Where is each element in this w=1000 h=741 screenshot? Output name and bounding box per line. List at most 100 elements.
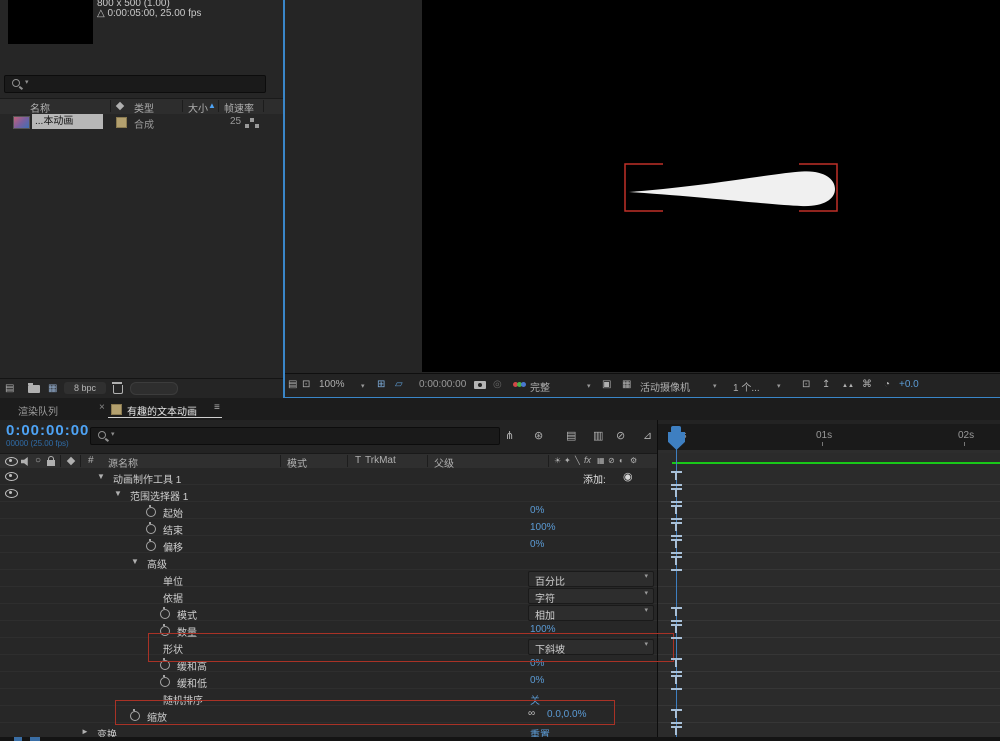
panel-menu-icon[interactable]: ≡: [214, 402, 220, 413]
dropdown-units[interactable]: 百分比▾: [528, 571, 654, 587]
property-row-randomize-order[interactable]: 随机排序关: [0, 689, 657, 706]
property-label-advanced[interactable]: 高级: [147, 556, 167, 571]
stopwatch-icon[interactable]: [146, 524, 156, 534]
label-column-tag-icon[interactable]: [67, 457, 75, 465]
sort-ascending-icon[interactable]: ▲: [208, 101, 216, 110]
exposure-value[interactable]: +0.0: [899, 379, 919, 390]
stopwatch-icon[interactable]: [160, 677, 170, 687]
property-row-ease-low[interactable]: 缓和低 0%: [0, 672, 657, 689]
column-framerate[interactable]: 帧速率: [224, 100, 254, 115]
add-animator-control[interactable]: 添加:◉: [583, 471, 606, 486]
dropdown-based-on[interactable]: 字符▾: [528, 588, 654, 604]
close-tab-icon[interactable]: ×: [99, 402, 105, 413]
adjustment-layer-switch-icon[interactable]: ◐: [619, 456, 624, 465]
property-label-mode[interactable]: 模式: [177, 607, 197, 622]
column-t[interactable]: T: [355, 455, 361, 466]
twirl-icon[interactable]: ▼: [97, 472, 105, 481]
composition-thumbnail[interactable]: [8, 0, 93, 44]
stopwatch-icon[interactable]: [130, 711, 140, 721]
link-dimensions-icon[interactable]: ∞: [528, 708, 535, 719]
stopwatch-icon[interactable]: [160, 660, 170, 670]
motion-blur-icon[interactable]: ⊘: [616, 429, 625, 442]
resolution-caret-icon[interactable]: ▾: [587, 382, 591, 390]
property-value-scale[interactable]: 0.0,0.0%: [547, 709, 586, 720]
column-size[interactable]: 大小: [188, 100, 208, 115]
property-value-ease-low[interactable]: 0%: [530, 675, 544, 686]
property-row-units[interactable]: 单位 百分比▾: [0, 570, 657, 587]
show-snapshot-icon[interactable]: ◎: [493, 379, 502, 390]
exposure-shutter-icon[interactable]: ◔: [884, 379, 890, 390]
magnification-value[interactable]: 100%: [319, 379, 345, 390]
dropdown-mode[interactable]: 相加▾: [528, 605, 654, 621]
twirl-icon[interactable]: ►: [81, 727, 89, 736]
property-row-shape[interactable]: 形状下斜坡▾: [0, 638, 657, 655]
property-label-animator-1[interactable]: 动画制作工具 1: [113, 471, 181, 486]
interpret-footage-icon[interactable]: ▤: [5, 383, 14, 394]
property-row-advanced[interactable]: ▼ 高级: [0, 553, 657, 570]
timeline-search-input[interactable]: ▾: [90, 427, 500, 445]
pixel-aspect-correction-icon[interactable]: ▲▲: [842, 383, 854, 389]
dropdown-shape[interactable]: 下斜坡▾: [528, 639, 654, 655]
property-value-ease-high[interactable]: 0%: [530, 658, 544, 669]
new-folder-icon[interactable]: [28, 385, 40, 393]
property-value-start[interactable]: 0%: [530, 505, 544, 516]
property-row-ease-high[interactable]: 缓和高0%: [0, 655, 657, 672]
property-label-ease-low[interactable]: 缓和低: [177, 675, 207, 690]
layer-number-column[interactable]: #: [88, 455, 94, 466]
property-label-randomize-order[interactable]: 随机排序: [163, 692, 203, 707]
channels-icon-blue[interactable]: [521, 382, 526, 387]
resolution-select[interactable]: 完整: [530, 379, 550, 394]
property-row-mode[interactable]: 模式 相加▾: [0, 604, 657, 621]
property-label-amount[interactable]: 数量: [177, 624, 197, 639]
twirl-icon[interactable]: ▼: [131, 557, 139, 566]
selection-bracket-left[interactable]: [625, 164, 663, 211]
timeline-track-area[interactable]: [658, 453, 1000, 741]
snapshot-icon[interactable]: [474, 381, 486, 389]
frame-blend-switch-icon[interactable]: ▦: [597, 456, 605, 465]
3d-layer-switch-icon[interactable]: ⚙: [630, 456, 637, 465]
property-label-scale[interactable]: 缩放: [147, 709, 167, 724]
frame-blending-icon[interactable]: ▥: [593, 429, 603, 442]
item-name-selected[interactable]: ...本动画: [32, 114, 103, 129]
wedge-shape[interactable]: [629, 171, 835, 206]
property-label-start[interactable]: 起始: [163, 505, 183, 520]
current-timecode[interactable]: 0:00:00:00: [6, 422, 89, 439]
audio-column-speaker-icon[interactable]: [21, 457, 30, 466]
property-row-offset[interactable]: 偏移 0%: [0, 536, 657, 553]
project-search-input[interactable]: ▾: [4, 75, 266, 93]
eye-icon[interactable]: [5, 472, 18, 481]
twirl-icon[interactable]: ▼: [114, 489, 122, 498]
grid-guides-icon[interactable]: ⊞: [377, 379, 385, 390]
shy-switch-icon[interactable]: ☀: [554, 456, 561, 465]
search-options-caret-icon[interactable]: ▾: [25, 78, 29, 86]
column-trkmat[interactable]: TrkMat: [365, 455, 396, 466]
property-value-offset[interactable]: 0%: [530, 539, 544, 550]
property-label-based-on[interactable]: 依据: [163, 590, 183, 605]
property-value-amount[interactable]: 100%: [530, 624, 556, 635]
trash-icon[interactable]: [113, 385, 123, 394]
collapse-transformations-icon[interactable]: ✦: [564, 456, 571, 465]
stopwatch-icon[interactable]: [160, 609, 170, 619]
view-options-icon[interactable]: ⊡: [802, 379, 810, 390]
effects-switch-icon[interactable]: fx: [584, 455, 591, 465]
property-row-start[interactable]: 起始 0%: [0, 502, 657, 519]
project-item-row[interactable]: ...本动画 合成 25: [0, 114, 283, 130]
lock-column-icon[interactable]: [47, 460, 55, 466]
property-row-range-selector-1[interactable]: ▼范围选择器 1: [0, 485, 657, 502]
motion-blur-switch-icon[interactable]: ⊘: [608, 456, 615, 465]
stopwatch-icon[interactable]: [160, 626, 170, 636]
tab-render-queue[interactable]: 渲染队列: [18, 403, 58, 418]
view-layout-caret-icon[interactable]: ▾: [777, 382, 781, 390]
property-label-units[interactable]: 单位: [163, 573, 183, 588]
hide-shy-layers-icon[interactable]: ▤: [566, 429, 576, 442]
property-row-animator-1[interactable]: ▼ 动画制作工具 1 添加:◉: [0, 468, 657, 485]
graph-editor-icon[interactable]: ⊿: [643, 429, 652, 442]
property-label-offset[interactable]: 偏移: [163, 539, 183, 554]
property-value-end[interactable]: 100%: [530, 522, 556, 533]
eye-icon[interactable]: [5, 489, 18, 498]
video-column-eye-icon[interactable]: [5, 457, 18, 466]
transparency-grid-icon[interactable]: ▦: [622, 379, 631, 390]
property-row-based-on[interactable]: 依据 字符▾: [0, 587, 657, 604]
panel-resize-pill[interactable]: [130, 382, 178, 395]
property-row-scale[interactable]: 缩放 ∞ 0.0,0.0%: [0, 706, 657, 723]
